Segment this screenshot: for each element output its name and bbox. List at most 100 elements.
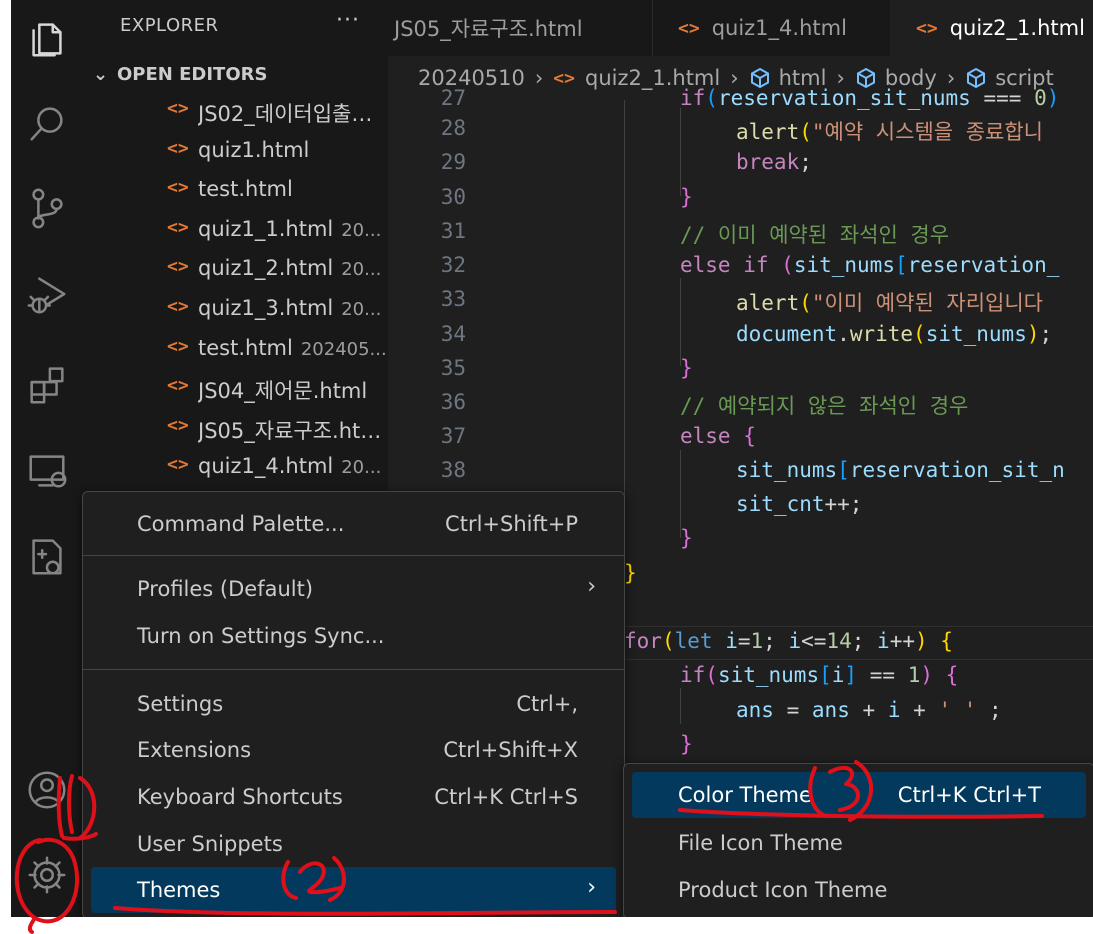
code-line: if(reservation_sit_nums === 0) (680, 86, 1060, 110)
menu-divider (83, 555, 624, 556)
accounts-icon[interactable] (11, 758, 83, 822)
code-line: document.write(sit_nums); (736, 322, 1053, 346)
file-name: test.html (198, 335, 293, 360)
extensions-icon[interactable] (11, 352, 83, 416)
themes-submenu: Color Theme Ctrl+K Ctrl+T File Icon Them… (623, 763, 1093, 917)
vscode-window: EXPLORER ··· ⌄ OPEN EDITORS <> JS02_데이터입출력… (11, 0, 1093, 917)
code-line: } (624, 561, 637, 585)
file-name: quiz1_3.html (198, 295, 334, 320)
line-number: 37 (440, 424, 466, 448)
menu-item-product-icon-theme[interactable]: Product Icon Theme (632, 867, 1086, 913)
menu-item-user-snippets[interactable]: User Snippets (91, 821, 616, 867)
list-item[interactable]: <> quiz1.html (83, 132, 388, 172)
explorer-title: EXPLORER (120, 15, 219, 36)
line-number: 36 (440, 390, 466, 414)
shortcut-label: Ctrl+Shift+P (445, 512, 578, 536)
list-item[interactable]: <> JS04_제어문.html (83, 369, 388, 409)
indent-guide (680, 108, 681, 196)
code-line: sit_nums[reservation_sit_n (736, 458, 1065, 482)
menu-divider (83, 669, 624, 670)
explorer-icon[interactable] (11, 6, 83, 70)
menu-item-command-palette[interactable]: Command Palette... Ctrl+Shift+P (91, 501, 616, 547)
search-icon[interactable] (11, 92, 83, 156)
list-item[interactable]: <> quiz1_3.html 20... (83, 290, 388, 330)
html-file-icon: <> (167, 295, 189, 317)
list-item[interactable]: <> quiz1_1.html 20... (83, 211, 388, 251)
html-file-icon: <> (916, 17, 938, 39)
open-editors-header[interactable]: ⌄ OPEN EDITORS (93, 64, 267, 85)
file-name: JS02_데이터입출력.html (198, 102, 386, 126)
file-name: JS05_자료구조.html (198, 418, 386, 443)
code-line: if(sit_nums[i] == 1) { (680, 663, 959, 687)
menu-item-extensions[interactable]: Extensions Ctrl+Shift+X (91, 727, 616, 773)
code-line: } (680, 356, 693, 380)
code-line: } (680, 526, 693, 550)
menu-item-themes[interactable]: Themes › (91, 867, 616, 913)
remote-explorer-icon[interactable] (11, 438, 83, 502)
code-line: break; (736, 150, 812, 174)
code-line: for(let i=1; i<=14; i++) { (624, 629, 953, 653)
shortcut-label: Ctrl+K Ctrl+S (434, 785, 578, 809)
tab-quiz2-1[interactable]: <> quiz2_1.html (890, 0, 1093, 56)
more-actions-icon[interactable]: ··· (336, 8, 360, 33)
line-number: 35 (440, 356, 466, 380)
code-line: // 예약되지 않은 좌석인 경우 (680, 394, 969, 418)
file-name: quiz1_4.html (198, 454, 334, 479)
list-item[interactable]: <> quiz1_4.html 20... (83, 448, 388, 488)
manage-gear-icon[interactable] (11, 843, 83, 907)
line-number: 27 (440, 86, 466, 110)
menu-item-keyboard-shortcuts[interactable]: Keyboard Shortcuts Ctrl+K Ctrl+S (91, 774, 616, 820)
code-line: alert("이미 예약된 자리입니다 (736, 291, 1044, 315)
list-item[interactable]: <> quiz1_2.html 20... (83, 250, 388, 290)
code-line: else if (sit_nums[reservation_ (680, 253, 1060, 277)
list-item[interactable]: <> JS05_자료구조.html (83, 409, 388, 449)
menu-item-color-theme[interactable]: Color Theme Ctrl+K Ctrl+T (632, 772, 1086, 818)
chevron-right-icon: › (587, 875, 596, 900)
manage-menu: Command Palette... Ctrl+Shift+P Profiles… (82, 491, 625, 917)
list-item[interactable]: <> test.html (83, 171, 388, 211)
file-name: quiz1_1.html (198, 216, 334, 241)
line-number: 29 (440, 150, 466, 174)
code-line: else { (680, 424, 756, 448)
tab-js05[interactable]: JS05_자료구조.html (388, 0, 653, 56)
source-control-icon[interactable] (11, 176, 83, 240)
line-number: 28 (440, 116, 466, 140)
code-line: ans = ans + i + ' ' ; (736, 698, 1002, 722)
line-number: 34 (440, 322, 466, 346)
file-path-hint: 20... (341, 219, 382, 241)
chevron-right-icon: › (534, 66, 544, 90)
line-number: 38 (440, 458, 466, 482)
line-number: 32 (440, 253, 466, 277)
indent-guide (680, 450, 681, 538)
file-path-hint: 20... (341, 259, 382, 281)
shortcut-label: Ctrl+Shift+X (443, 738, 578, 762)
html-file-icon: <> (167, 216, 189, 238)
code-line: alert("예약 시스템을 종료합니 (736, 120, 1044, 144)
breadcrumb-folder[interactable]: 20240510 (418, 66, 525, 90)
file-path-hint: 20... (341, 457, 382, 479)
menu-item-file-icon-theme[interactable]: File Icon Theme (632, 820, 1086, 866)
testing-icon[interactable] (11, 524, 83, 588)
html-file-icon: <> (167, 414, 189, 436)
html-file-icon: <> (167, 177, 189, 199)
html-file-icon: <> (167, 454, 189, 476)
indent-guide (680, 278, 681, 366)
html-file-icon: <> (167, 375, 189, 397)
tab-quiz1-4[interactable]: <> quiz1_4.html (648, 0, 919, 56)
menu-item-profiles[interactable]: Profiles (Default) › (91, 566, 616, 612)
html-file-icon: <> (167, 335, 189, 357)
menu-item-settings-sync[interactable]: Turn on Settings Sync... (91, 613, 616, 659)
run-debug-icon[interactable] (11, 262, 83, 326)
list-item[interactable]: <> test.html 202405... (83, 330, 388, 370)
code-line: sit_cnt++; (736, 492, 863, 516)
chevron-right-icon: › (587, 574, 596, 599)
file-name: quiz1_2.html (198, 256, 334, 281)
file-name: quiz1.html (198, 137, 310, 162)
file-path-hint: 202405... (300, 338, 387, 360)
code-line: // 이미 예약된 좌석인 경우 (680, 223, 950, 247)
editor-tabs: JS05_자료구조.html <> quiz1_4.html <> quiz2_1.… (388, 0, 1093, 56)
list-item[interactable]: <> JS02_데이터입출력.html (83, 92, 388, 132)
html-file-icon: <> (167, 98, 189, 119)
menu-item-settings[interactable]: Settings Ctrl+, (91, 681, 616, 727)
html-file-icon: <> (678, 17, 700, 39)
